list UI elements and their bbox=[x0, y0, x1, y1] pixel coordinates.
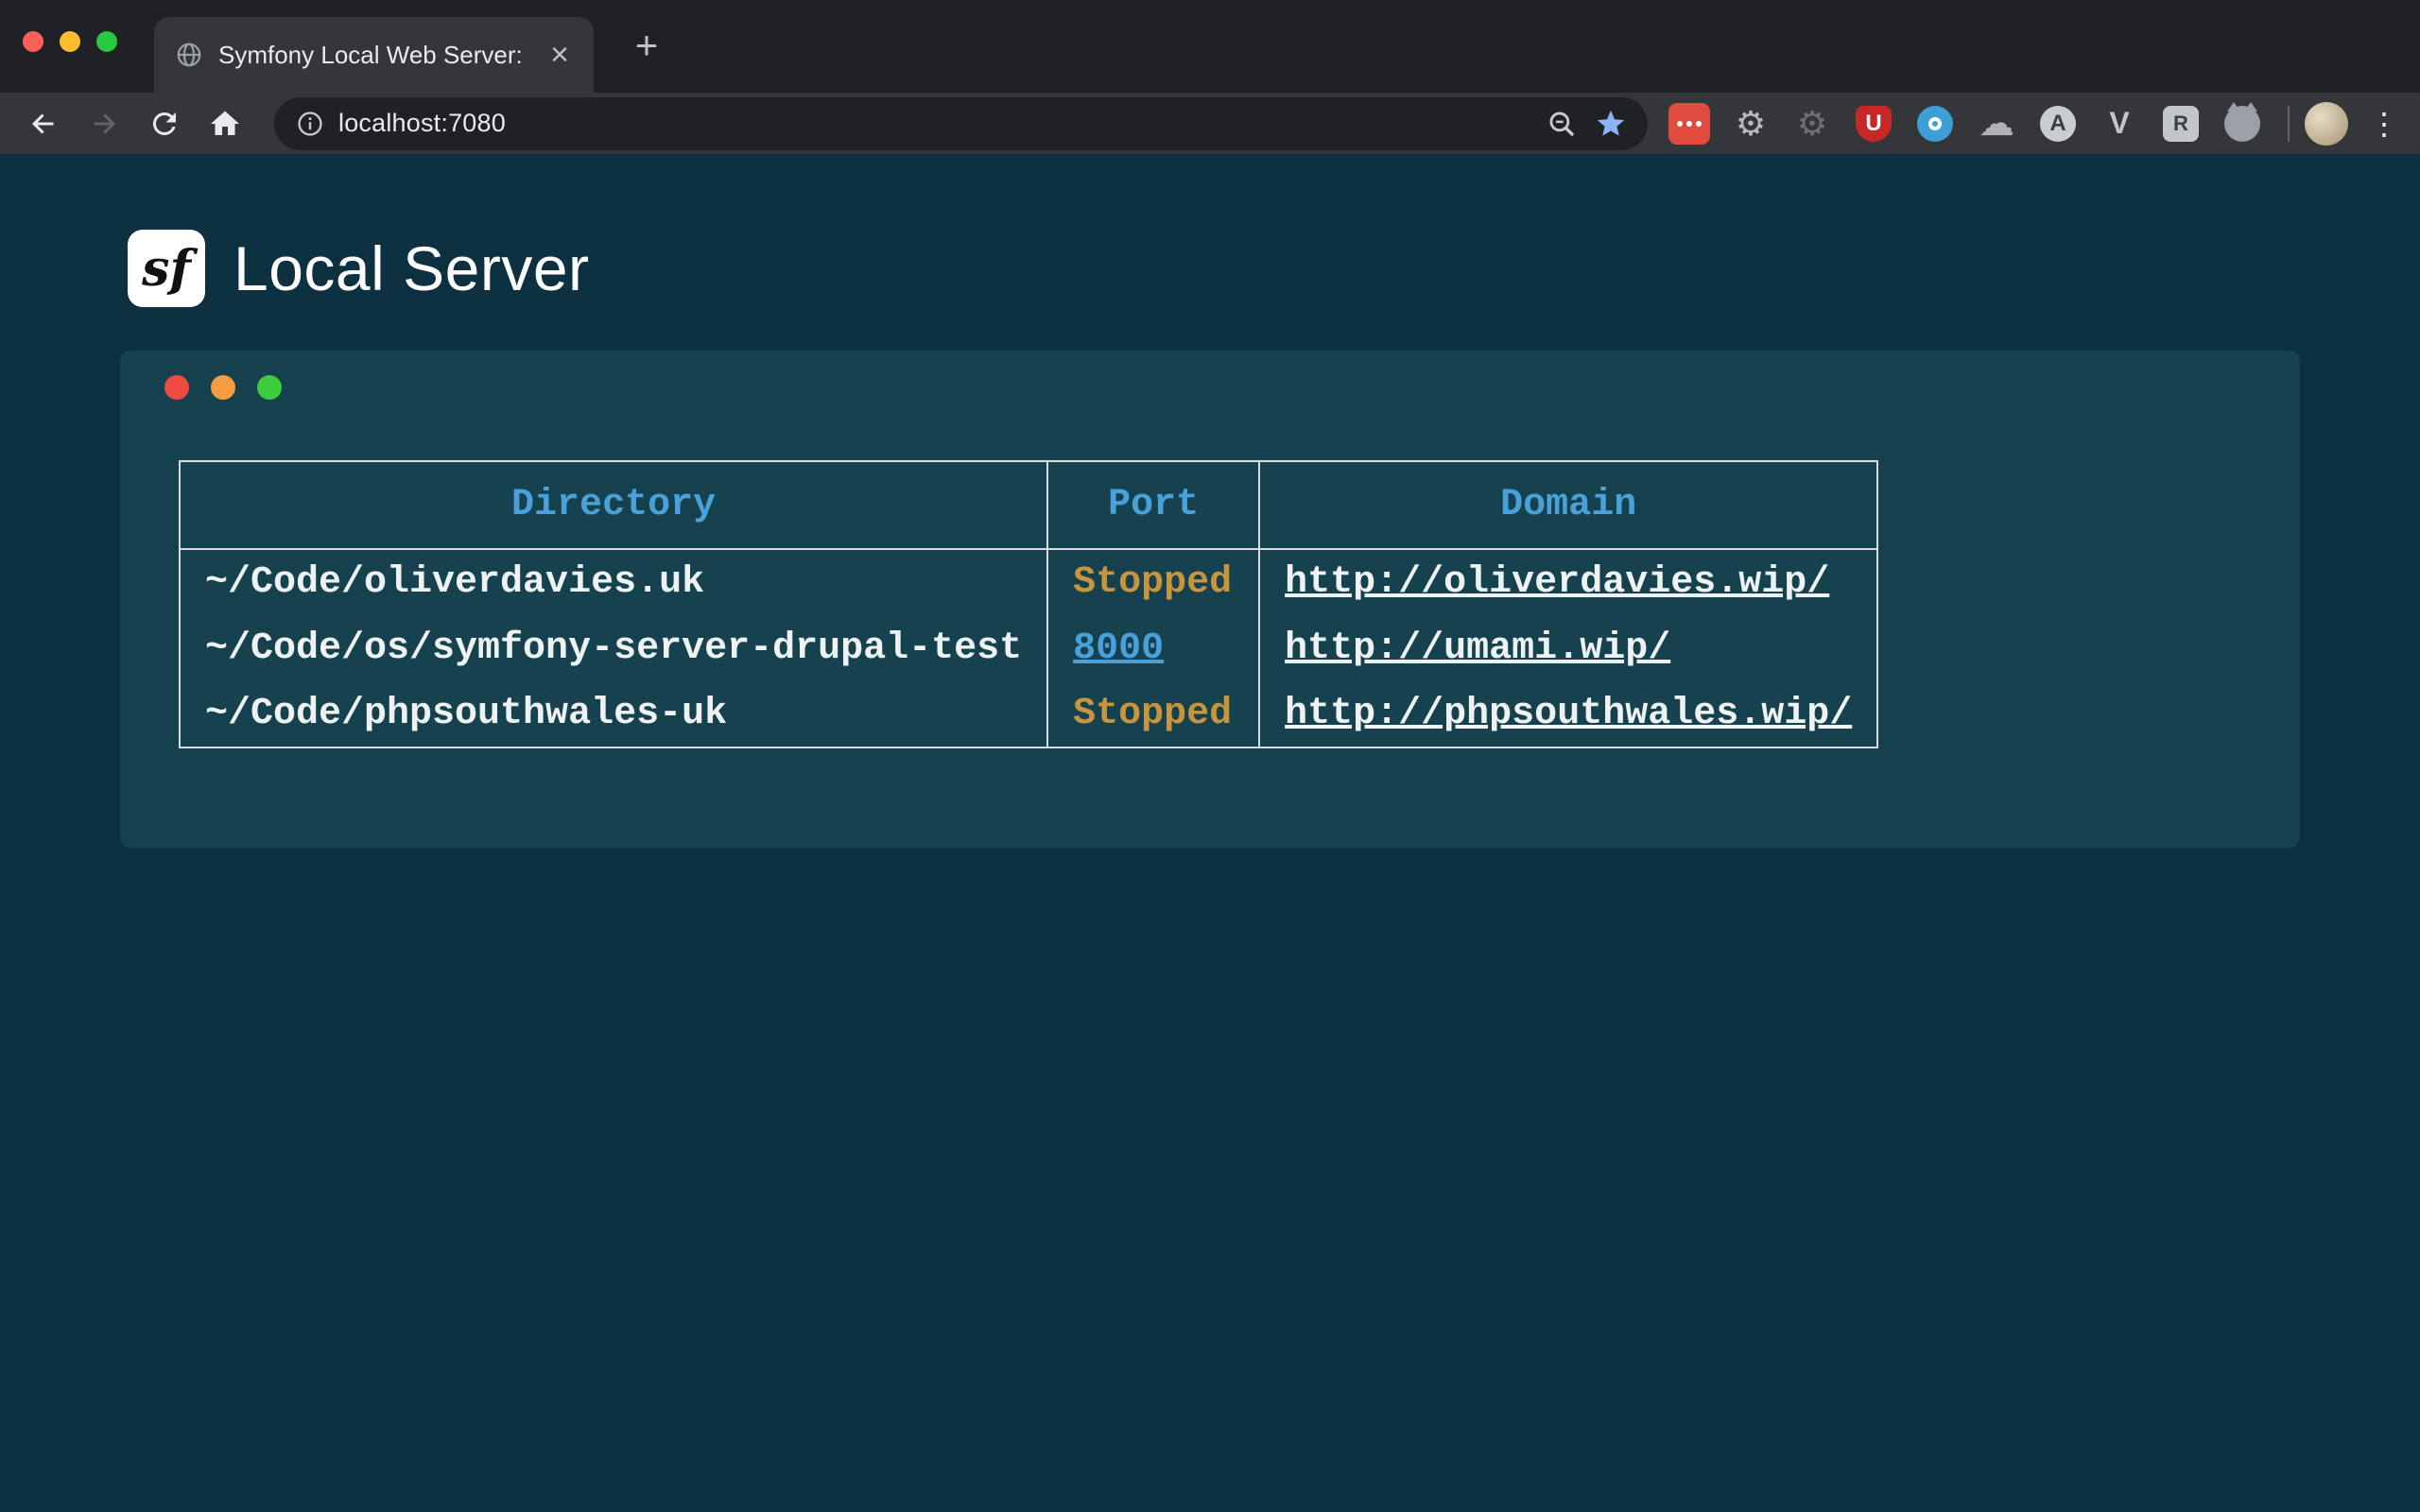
panel-dot-orange bbox=[211, 375, 235, 400]
proxy-table: Directory Port Domain ~/Code/oliverdavie… bbox=[179, 460, 1878, 748]
page-content: sf Local Server Directory Port Domain ~/… bbox=[0, 154, 2420, 1512]
panel-dot-green bbox=[257, 375, 282, 400]
window-close-button[interactable] bbox=[23, 31, 43, 52]
tab-strip: Symfony Local Web Server: Prox × + bbox=[0, 0, 2420, 93]
home-icon bbox=[208, 107, 242, 141]
new-tab-button[interactable]: + bbox=[624, 25, 669, 70]
port-link[interactable]: 8000 bbox=[1073, 627, 1164, 670]
directory-cell: ~/Code/oliverdavies.uk bbox=[180, 549, 1047, 615]
url-text[interactable]: localhost:7080 bbox=[338, 109, 1546, 138]
panel-traffic-dots bbox=[120, 351, 2300, 400]
directory-cell: ~/Code/phpsouthwales-uk bbox=[180, 681, 1047, 747]
domain-link[interactable]: http://phpsouthwales.wip/ bbox=[1285, 693, 1852, 735]
globe-favicon-icon bbox=[175, 41, 203, 69]
bookmark-star-icon[interactable] bbox=[1595, 108, 1627, 140]
window-zoom-button[interactable] bbox=[96, 31, 117, 52]
extensions-area: ⚙ ⚙ U ☁ A V R bbox=[1668, 103, 2263, 145]
toolbar-separator bbox=[2288, 106, 2290, 142]
extension-gear-dark-icon[interactable]: ⚙ bbox=[1791, 103, 1833, 145]
forward-button bbox=[78, 99, 130, 148]
extension-ublock-icon[interactable]: U bbox=[1853, 103, 1894, 145]
browser-toolbar: localhost:7080 ⚙ ⚙ U ☁ A V R ⋮ bbox=[0, 93, 2420, 154]
domain-link[interactable]: http://oliverdavies.wip/ bbox=[1285, 561, 1829, 604]
header-port: Port bbox=[1047, 461, 1259, 549]
table-row: ~/Code/oliverdavies.uk Stopped http://ol… bbox=[180, 549, 1877, 615]
page-title: Local Server bbox=[233, 232, 590, 304]
tab-close-icon[interactable]: × bbox=[546, 39, 573, 71]
reload-button[interactable] bbox=[138, 99, 191, 148]
browser-tab[interactable]: Symfony Local Web Server: Prox × bbox=[154, 17, 594, 93]
site-info-icon[interactable] bbox=[295, 109, 325, 139]
port-status: Stopped bbox=[1047, 549, 1259, 615]
extension-letter-a-icon[interactable]: A bbox=[2037, 103, 2079, 145]
zoom-icon[interactable] bbox=[1546, 108, 1578, 140]
window-controls bbox=[23, 31, 117, 52]
window-minimize-button[interactable] bbox=[60, 31, 80, 52]
panel-dot-red bbox=[164, 375, 189, 400]
extension-vimium-icon[interactable]: V bbox=[2099, 103, 2140, 145]
header-domain: Domain bbox=[1259, 461, 1877, 549]
domain-link[interactable]: http://umami.wip/ bbox=[1285, 627, 1670, 670]
extension-blue-circle-icon[interactable] bbox=[1914, 103, 1956, 145]
port-status: Stopped bbox=[1047, 681, 1259, 747]
brand-header: sf Local Server bbox=[0, 154, 2420, 307]
extension-github-icon[interactable] bbox=[2221, 103, 2263, 145]
server-panel: Directory Port Domain ~/Code/oliverdavie… bbox=[120, 351, 2300, 848]
header-directory: Directory bbox=[180, 461, 1047, 549]
browser-menu-icon[interactable]: ⋮ bbox=[2365, 106, 2403, 142]
symfony-logo: sf bbox=[128, 230, 205, 307]
address-bar[interactable]: localhost:7080 bbox=[274, 97, 1648, 150]
home-button[interactable] bbox=[199, 99, 251, 148]
table-row: ~/Code/phpsouthwales-uk Stopped http://p… bbox=[180, 681, 1877, 747]
profile-avatar[interactable] bbox=[2305, 102, 2348, 146]
table-row: ~/Code/os/symfony-server-drupal-test 800… bbox=[180, 615, 1877, 681]
directory-cell: ~/Code/os/symfony-server-drupal-test bbox=[180, 615, 1047, 681]
back-arrow-icon bbox=[26, 107, 60, 141]
forward-arrow-icon bbox=[87, 107, 121, 141]
back-button[interactable] bbox=[17, 99, 70, 148]
extension-reddots-icon[interactable] bbox=[1668, 103, 1710, 145]
extension-square-icon[interactable]: R bbox=[2160, 103, 2202, 145]
reload-icon bbox=[147, 107, 182, 141]
table-header-row: Directory Port Domain bbox=[180, 461, 1877, 549]
extension-cloud-icon[interactable]: ☁ bbox=[1976, 103, 2017, 145]
extension-gear-light-icon[interactable]: ⚙ bbox=[1730, 103, 1772, 145]
tab-title: Symfony Local Web Server: Prox bbox=[218, 41, 531, 70]
